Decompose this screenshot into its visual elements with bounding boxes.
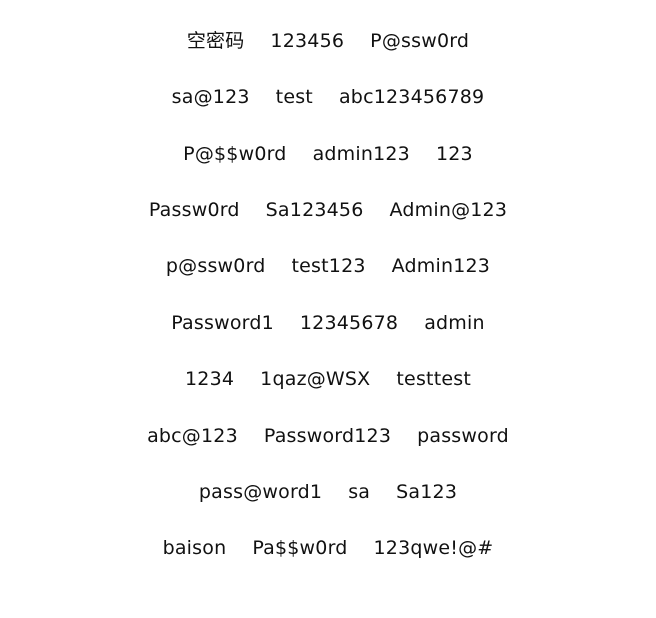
password-entry: password [417,424,509,447]
password-entry: test123 [291,254,366,277]
password-entry: admin [424,311,485,334]
password-entry: 1qaz@WSX [260,367,371,390]
password-row: abc@123 Password123 password [0,421,656,451]
password-row: P@$$w0rd admin123 123 [0,139,656,169]
password-entry: Passw0rd [148,198,240,221]
password-entry: 12345678 [299,311,399,334]
password-entry: Sa123 [396,480,458,503]
password-entry: P@ssw0rd [370,29,470,52]
password-entry: admin123 [312,142,410,165]
password-row: p@ssw0rd test123 Admin123 [0,251,656,281]
password-entry: Admin123 [391,254,491,277]
password-entry: testtest [396,367,471,390]
password-entry: sa@123 [171,85,250,108]
password-entry: sa [348,480,371,503]
password-entry: 123 [435,142,473,165]
password-entry: p@ssw0rd [165,254,266,277]
password-entry: 1234 [185,367,235,390]
password-entry: Password1 [171,311,274,334]
password-entry: P@$$w0rd [183,142,287,165]
password-entry: 123456 [270,29,345,52]
password-entry: Password123 [263,424,392,447]
password-entry: abc123456789 [338,85,485,108]
password-row: pass@word1 sa Sa123 [0,477,656,507]
password-entry: Pa$$w0rd [252,536,348,559]
password-entry: test [275,85,313,108]
password-entry: pass@word1 [198,480,323,503]
password-row: Password1 12345678 admin [0,308,656,338]
password-row: Passw0rd Sa123456 Admin@123 [0,195,656,225]
password-entry: baison [162,536,227,559]
password-entry: Admin@123 [389,198,508,221]
password-list: 空密码 123456 P@ssw0rd sa@123 test abc12345… [0,0,656,618]
password-entry: 空密码 [186,29,245,52]
password-row: sa@123 test abc123456789 [0,82,656,112]
password-entry: Sa123456 [265,198,364,221]
password-entry: abc@123 [147,424,238,447]
password-row: 1234 1qaz@WSX testtest [0,364,656,394]
password-row: 空密码 123456 P@ssw0rd [0,26,656,56]
password-entry: 123qwe!@# [373,536,494,559]
password-row: baison Pa$$w0rd 123qwe!@# [0,533,656,563]
